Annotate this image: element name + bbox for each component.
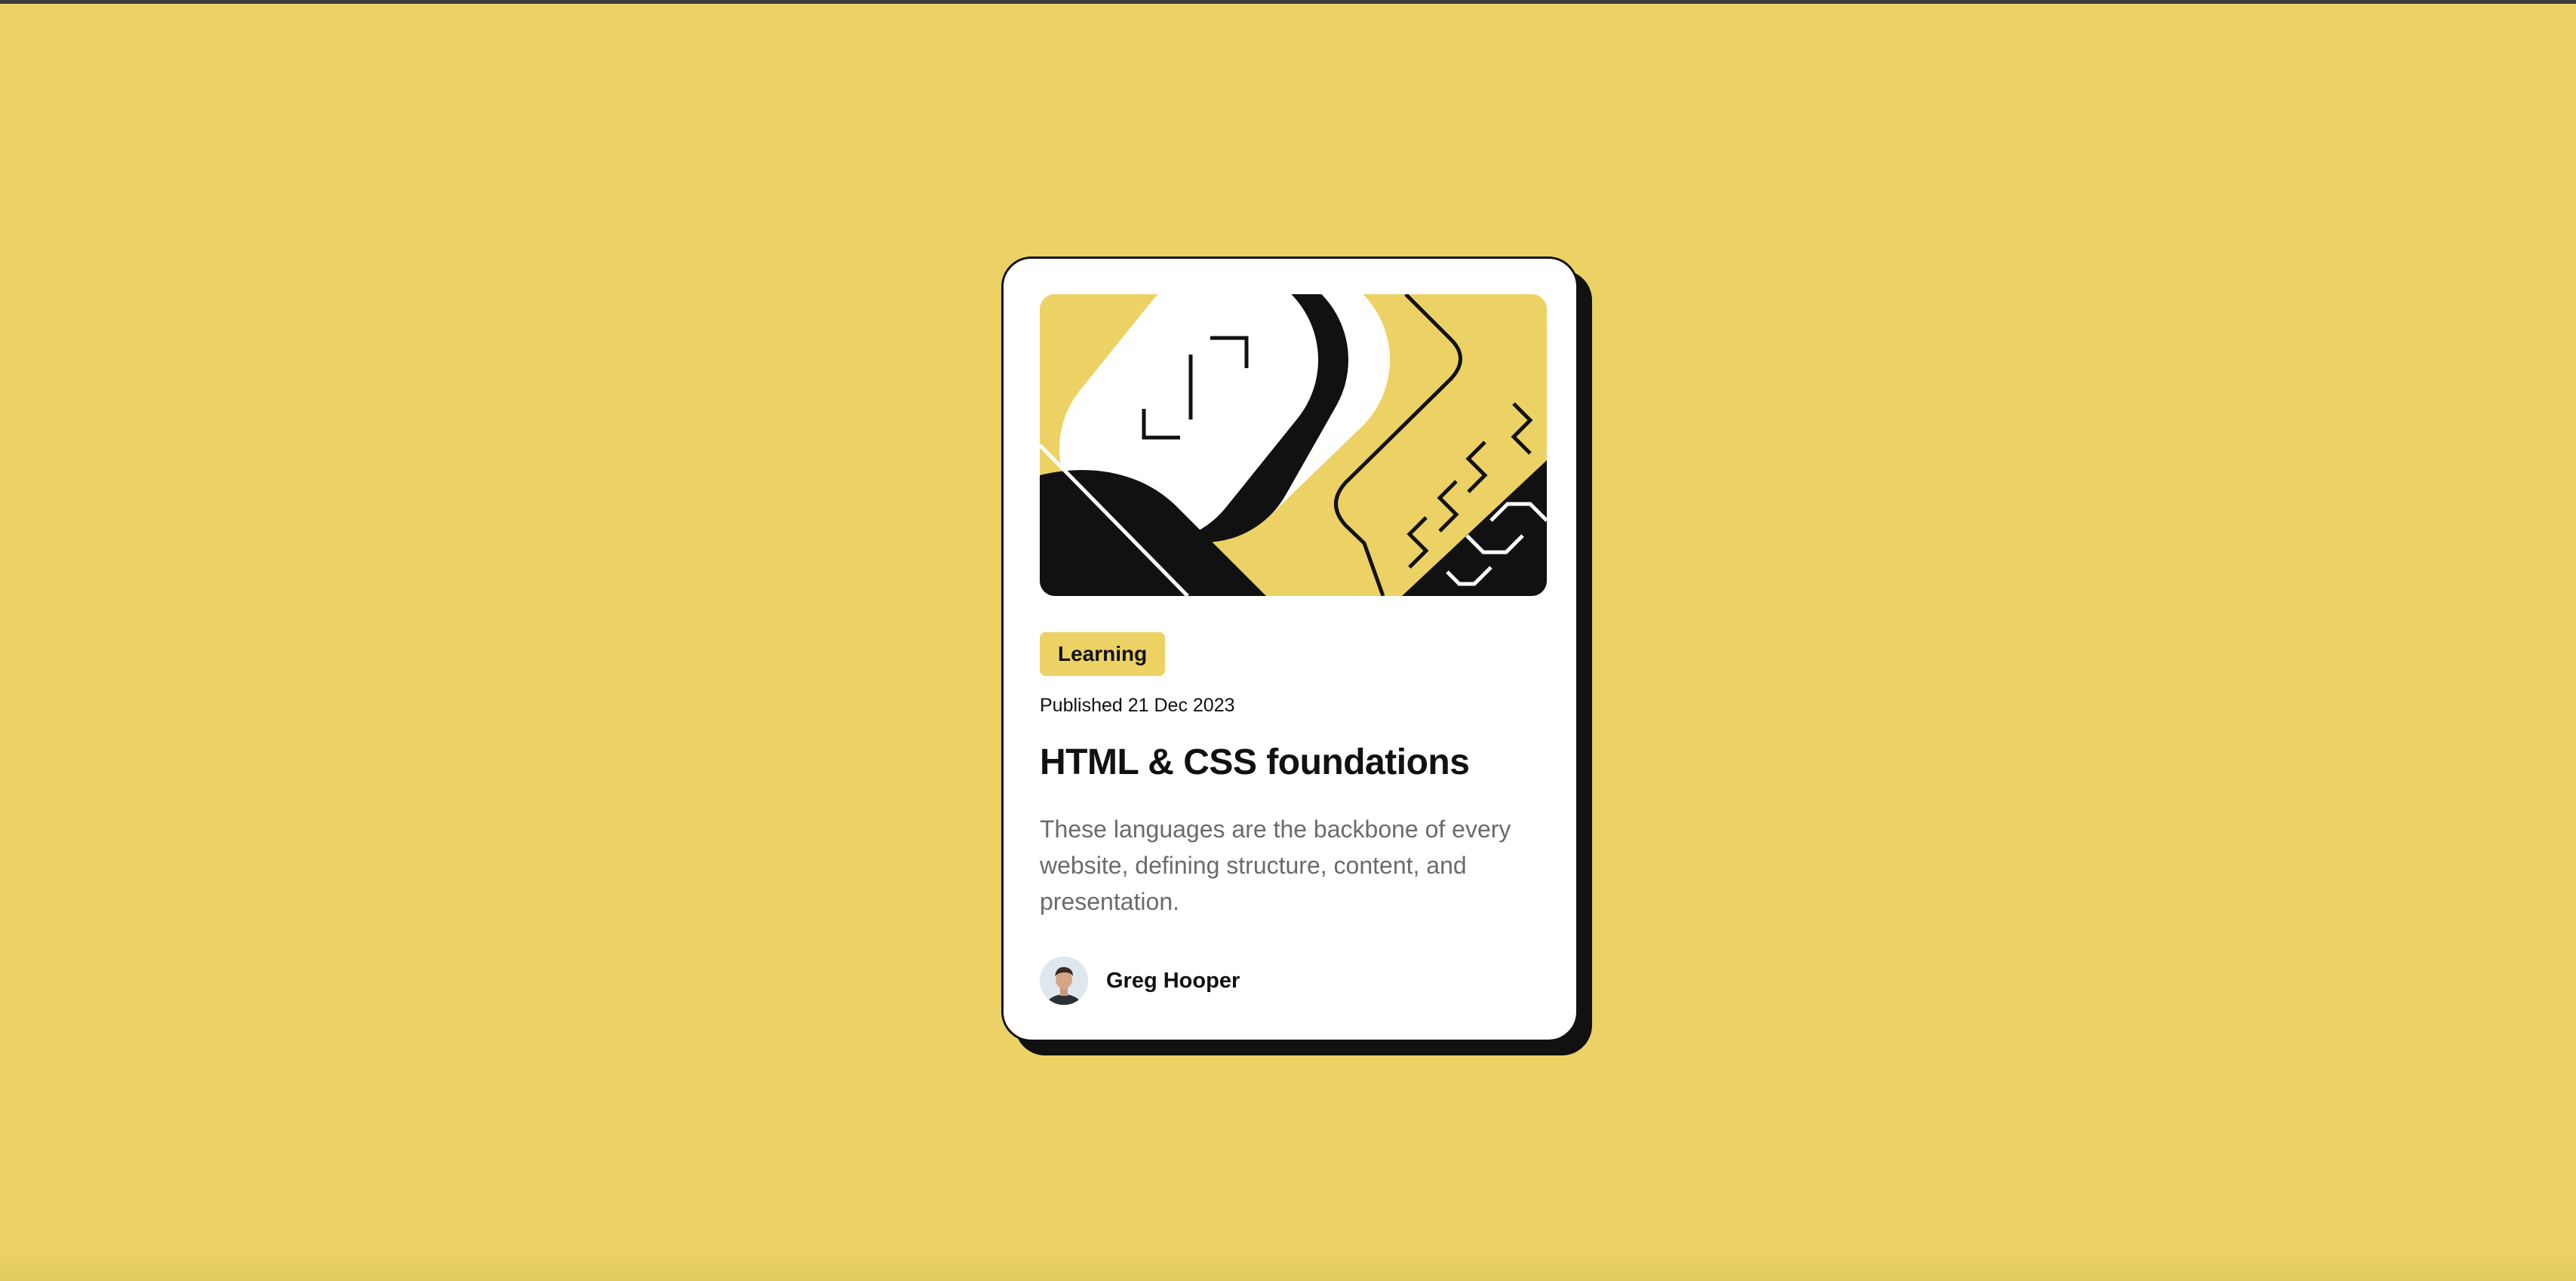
author-info: Greg Hooper — [1040, 956, 1240, 1006]
published-date: Published 21 Dec 2023 — [1040, 695, 1235, 716]
card-title[interactable]: HTML & CSS foundations — [1040, 742, 1470, 783]
author-name[interactable]: Greg Hooper — [1106, 969, 1240, 994]
browser-top-edge — [0, 0, 2576, 4]
author-avatar — [1040, 957, 1088, 1005]
card-description: These languages are the backbone of ever… — [1040, 816, 1511, 915]
category-tag[interactable]: Learning — [1040, 632, 1166, 676]
blog-preview-card: Learning Published 21 Dec 2023 HTML & CS… — [1001, 257, 1578, 1042]
page-bottom-shade — [0, 1251, 2576, 1281]
card-illustration — [1040, 294, 1547, 596]
